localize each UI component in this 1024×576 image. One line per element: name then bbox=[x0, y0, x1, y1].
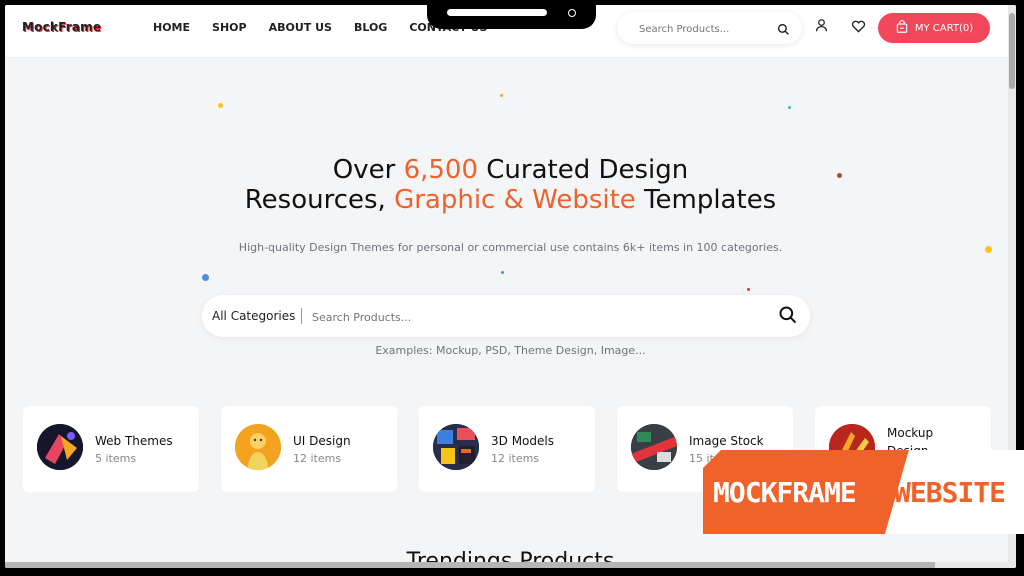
watermark-banner: MOCKFRAME WEBSITE bbox=[703, 450, 1024, 534]
header-search-box bbox=[617, 12, 802, 44]
notch-speaker bbox=[447, 9, 547, 16]
decor-dot bbox=[218, 103, 223, 108]
search-icon[interactable] bbox=[778, 305, 798, 329]
user-icon[interactable] bbox=[814, 17, 829, 37]
horizontal-scrollbar[interactable] bbox=[5, 562, 1008, 568]
watermark-word-2: WEBSITE bbox=[894, 476, 1006, 509]
hero-highlight-text: Graphic & Website bbox=[394, 185, 636, 215]
notch-camera-icon bbox=[568, 9, 576, 17]
category-name: Image Stock bbox=[689, 434, 764, 448]
decor-dot bbox=[500, 94, 503, 97]
category-name: UI Design bbox=[293, 434, 351, 448]
nav-home[interactable]: HOME bbox=[153, 21, 190, 34]
cart-bag-icon bbox=[895, 19, 909, 37]
device-notch bbox=[427, 5, 596, 29]
category-card-3d-models[interactable]: 3D Models 12 items bbox=[419, 406, 595, 492]
watermark-word-1: MOCKFRAME bbox=[713, 476, 857, 509]
horizontal-scrollbar-thumb[interactable] bbox=[5, 562, 935, 568]
hero-title-text: Templates bbox=[635, 185, 777, 215]
decor-dot bbox=[788, 106, 791, 109]
nav-blog[interactable]: BLOG bbox=[354, 21, 387, 34]
category-select[interactable]: All Categories bbox=[212, 308, 303, 324]
category-card-ui-design[interactable]: UI Design 12 items bbox=[221, 406, 397, 492]
heart-icon[interactable] bbox=[851, 18, 866, 37]
cart-button[interactable]: MY CART(0) bbox=[878, 13, 990, 43]
hero-search-box: All Categories bbox=[202, 295, 810, 337]
category-name: Web Themes bbox=[95, 434, 173, 448]
hero-title-text: Resources, bbox=[244, 185, 395, 215]
category-thumbnail bbox=[631, 424, 677, 470]
search-examples: Examples: Mockup, PSD, Theme Design, Ima… bbox=[375, 344, 646, 357]
cart-label: MY CART(0) bbox=[914, 22, 974, 34]
category-count: 5 items bbox=[95, 452, 137, 465]
header-search-input[interactable] bbox=[637, 19, 771, 39]
hero-search-input[interactable] bbox=[310, 307, 744, 327]
hero-title: Over 6,500 Curated Design Resources, Gra… bbox=[5, 155, 1016, 215]
vertical-scrollbar-thumb[interactable] bbox=[1009, 13, 1015, 89]
hero-title-text: Curated Design bbox=[478, 155, 689, 185]
category-thumbnail bbox=[433, 424, 479, 470]
category-thumbnail bbox=[37, 424, 83, 470]
category-name: 3D Models bbox=[491, 434, 554, 448]
category-card-web-themes[interactable]: Web Themes 5 items bbox=[23, 406, 199, 492]
nav-about-us[interactable]: ABOUT US bbox=[269, 21, 332, 34]
category-thumbnail bbox=[235, 424, 281, 470]
hero-subtitle: High-quality Design Themes for personal … bbox=[238, 241, 783, 254]
nav-shop[interactable]: SHOP bbox=[212, 21, 247, 34]
decor-dot bbox=[747, 288, 750, 291]
decor-dot bbox=[501, 271, 504, 274]
site-header: MockFrame HOME SHOP ABOUT US BLOG CONTAC… bbox=[5, 5, 1016, 58]
decor-dot bbox=[202, 274, 209, 281]
site-logo[interactable]: MockFrame bbox=[22, 20, 101, 34]
search-icon[interactable] bbox=[777, 21, 790, 40]
category-count: 12 items bbox=[491, 452, 540, 465]
category-count: 12 items bbox=[293, 452, 342, 465]
hero-highlight-count: 6,500 bbox=[403, 155, 478, 185]
hero-title-text: Over bbox=[332, 155, 404, 185]
